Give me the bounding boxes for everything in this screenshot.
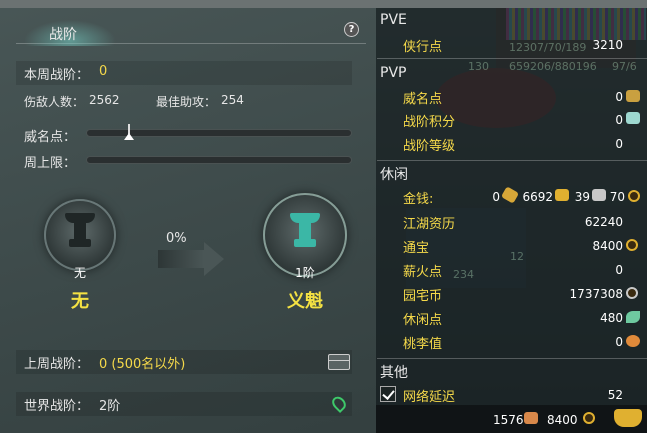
gold-ingot-icon[interactable]	[614, 409, 642, 427]
last-week-label: 上周战阶：	[24, 357, 90, 372]
jianghu-value: 62240	[584, 215, 623, 229]
prestige-label: 威名点：	[24, 130, 77, 145]
current-medal[interactable]	[44, 199, 116, 271]
last-week-value: 0 (500名以外)	[99, 357, 186, 372]
xinhuo-value: 0	[615, 263, 623, 277]
money-label: 金钱:	[403, 192, 434, 207]
divider	[377, 358, 647, 359]
network-latency-checkbox[interactable]	[380, 386, 396, 402]
zhanjie-score-value: 0	[615, 113, 623, 127]
xinhuo-label: 薪火点	[403, 265, 443, 280]
money-value-3: 39	[574, 190, 590, 204]
chest-icon[interactable]	[328, 354, 350, 370]
panel-header: 战阶	[16, 14, 366, 46]
network-value: 52	[607, 388, 623, 402]
top-strip	[0, 0, 647, 8]
next-medal-rank: 1阶	[295, 266, 315, 280]
pve-section-title: PVE	[380, 12, 407, 28]
zhanjie-level-value: 0	[615, 137, 623, 151]
weekly-rank-value: 0	[99, 64, 108, 79]
kills-label: 伤敌人数：	[24, 95, 85, 109]
xiuxian-value: 480	[600, 311, 623, 325]
divider	[377, 58, 647, 59]
weekly-rank-label: 本周战阶：	[24, 68, 90, 83]
xiaxing-label: 侠行点	[403, 40, 443, 55]
ghost-badge: 130	[468, 60, 489, 73]
money-value-2: 6692	[522, 190, 553, 204]
xiaxing-value: 3210	[592, 38, 623, 52]
ghost-text-2: 659206/880196	[509, 60, 597, 73]
xiuxian-label: 休闲点	[403, 313, 443, 328]
ghost-num-1: 234	[453, 268, 474, 281]
money-value-4: 70	[609, 190, 625, 204]
zhanjie-score-label: 战阶积分	[403, 115, 456, 130]
divider	[377, 160, 647, 161]
trophy-icon	[63, 213, 97, 253]
footer-value-1: 1576	[493, 413, 524, 427]
pvp-section-title: PVP	[380, 65, 407, 81]
crest-icon	[626, 112, 640, 124]
tongbao-value: 8400	[592, 239, 623, 253]
jianghu-label: 江湖资历	[403, 217, 456, 232]
copper-coin-icon	[628, 190, 640, 202]
network-label: 网络延迟	[403, 390, 456, 405]
panel-title: 战阶	[49, 27, 77, 43]
help-button[interactable]: ?	[344, 22, 359, 37]
tongbao-coin-icon	[626, 239, 638, 251]
weiming-value: 0	[615, 90, 623, 104]
weiming-label: 威名点	[403, 92, 443, 107]
world-rank-label: 世界战阶：	[24, 399, 90, 414]
tongbao-coin-icon	[583, 412, 595, 424]
tongbao-label: 通宝	[403, 241, 430, 256]
yuanzhai-value: 1737308	[569, 287, 623, 301]
current-medal-rank: 无	[73, 266, 86, 280]
trophy-icon	[288, 213, 322, 253]
gold-icon	[555, 189, 569, 201]
zhanjie-level-label: 战阶等级	[403, 139, 456, 154]
ghost-num-2: 12	[510, 250, 524, 263]
boot-icon	[524, 412, 538, 424]
other-section-title: 其他	[380, 365, 408, 381]
garden-coin-icon	[626, 287, 638, 299]
silver-icon	[592, 189, 606, 201]
weekly-cap-label: 周上限：	[24, 156, 77, 171]
ghost-text-3: 97/6	[612, 60, 637, 73]
footer-value-2: 8400	[547, 413, 578, 427]
last-week-row: 上周战阶： 0 (500名以外)	[16, 350, 352, 374]
yuanzhai-label: 园宅币	[403, 289, 443, 304]
prestige-marker	[123, 124, 134, 140]
assist-value: 254	[221, 93, 244, 107]
taoli-label: 桃李值	[403, 337, 443, 352]
world-rank-value: 2阶	[99, 399, 121, 414]
weekly-cap-progress-bar	[86, 156, 352, 164]
leisure-section-title: 休闲	[380, 167, 408, 183]
peach-icon	[626, 335, 640, 347]
leaf-icon	[626, 311, 640, 323]
mask-icon	[626, 90, 640, 102]
money-value-1: 0	[492, 190, 500, 204]
assist-label: 最佳助攻：	[156, 95, 217, 109]
taoli-value: 0	[615, 335, 623, 349]
current-medal-name: 无	[71, 291, 89, 312]
arrow-right-icon	[158, 242, 224, 276]
next-medal-name: 义魁	[287, 291, 323, 312]
world-rank-row: 世界战阶： 2阶	[16, 392, 352, 416]
kills-value: 2562	[89, 93, 120, 107]
weekly-rank-row: 本周战阶： 0	[16, 61, 352, 85]
